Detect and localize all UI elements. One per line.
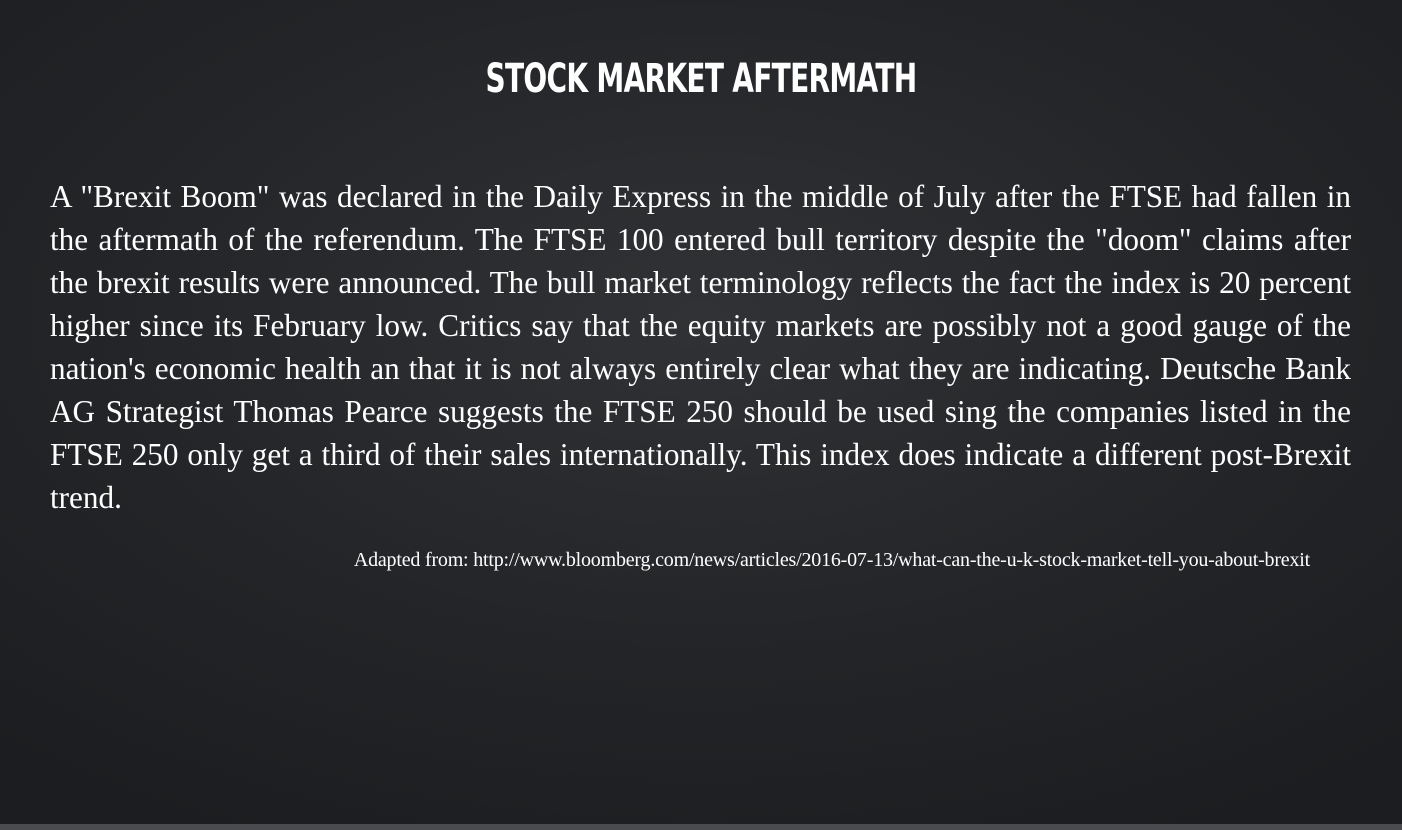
source-citation: Adapted from: http://www.bloomberg.com/n…: [353, 549, 1310, 571]
bottom-bar: [0, 824, 1402, 830]
slide-title: STOCK MARKET AFTERMATH: [485, 56, 918, 102]
slide-body-text: A "Brexit Boom" was declared in the Dail…: [50, 179, 1351, 515]
slide: STOCK MARKET AFTERMATH A "Brexit Boom" w…: [0, 0, 1402, 824]
